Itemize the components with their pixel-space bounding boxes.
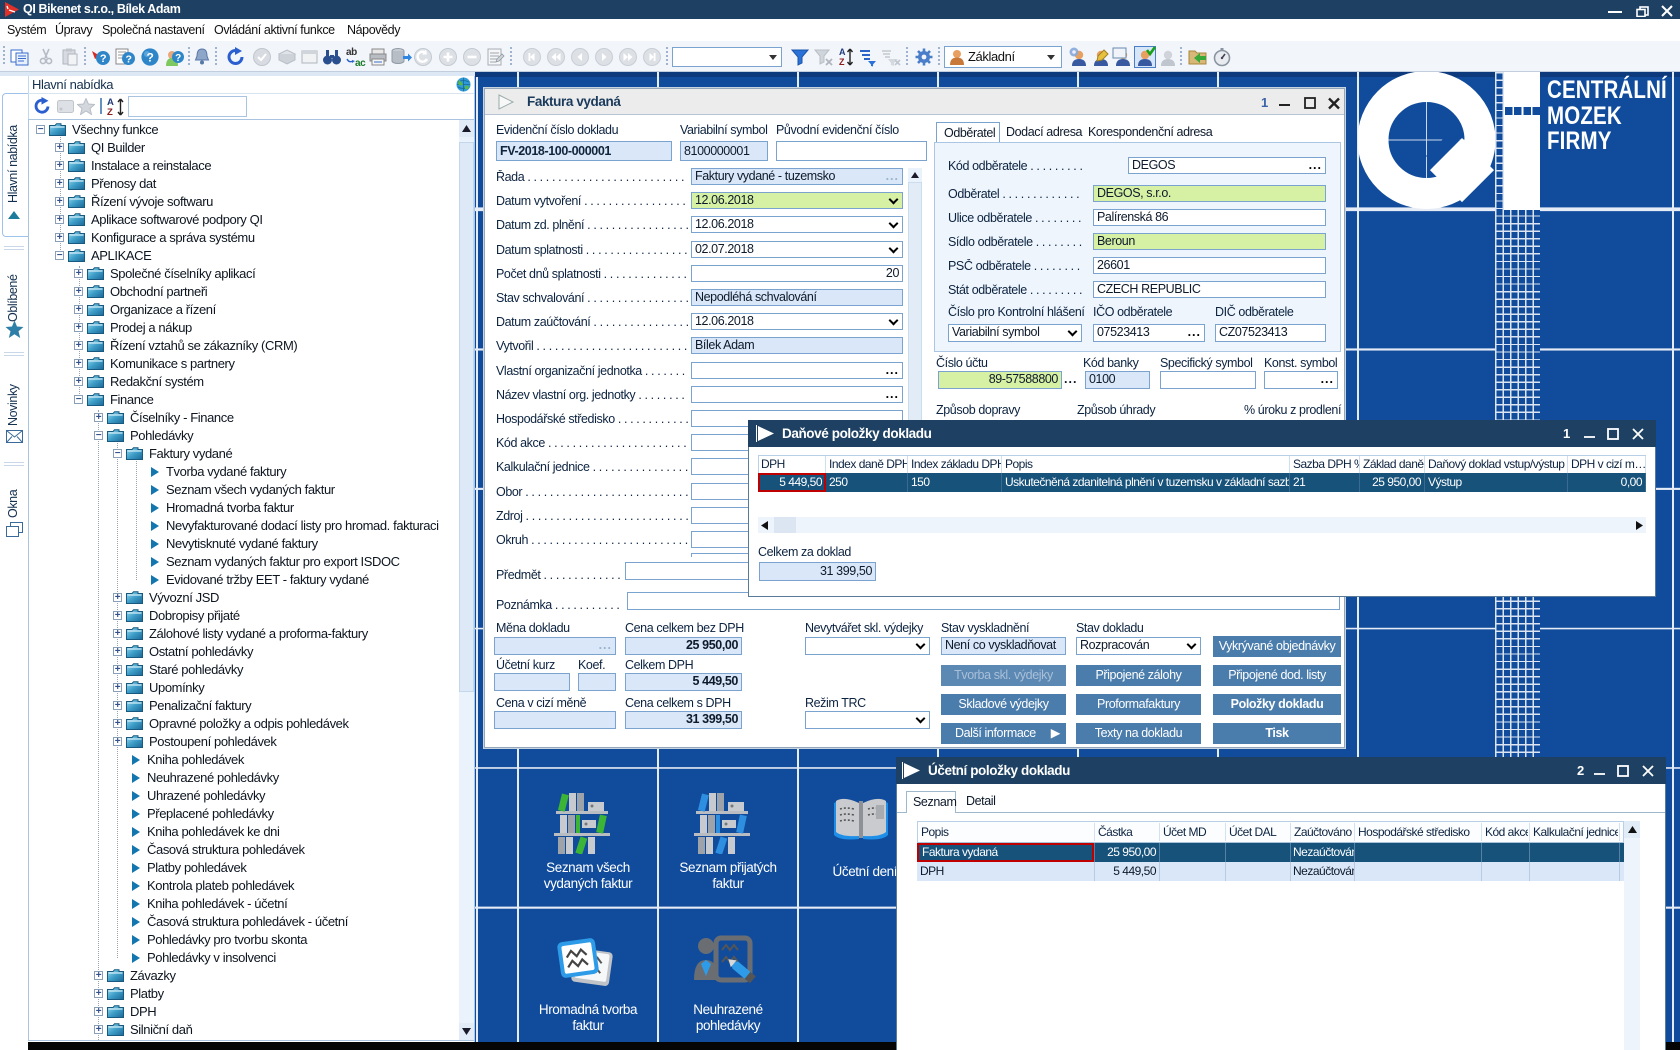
svg-text:Z: Z [107, 107, 113, 118]
svg-text:A: A [839, 47, 846, 57]
svg-text:?: ? [147, 51, 154, 65]
svg-text:?: ? [100, 53, 107, 65]
svg-text:?: ? [175, 53, 181, 64]
svg-text:?: ? [125, 54, 131, 66]
svg-text:Z: Z [839, 57, 845, 67]
svg-text:ac: ac [355, 58, 366, 68]
svg-text:ab: ab [346, 47, 357, 58]
